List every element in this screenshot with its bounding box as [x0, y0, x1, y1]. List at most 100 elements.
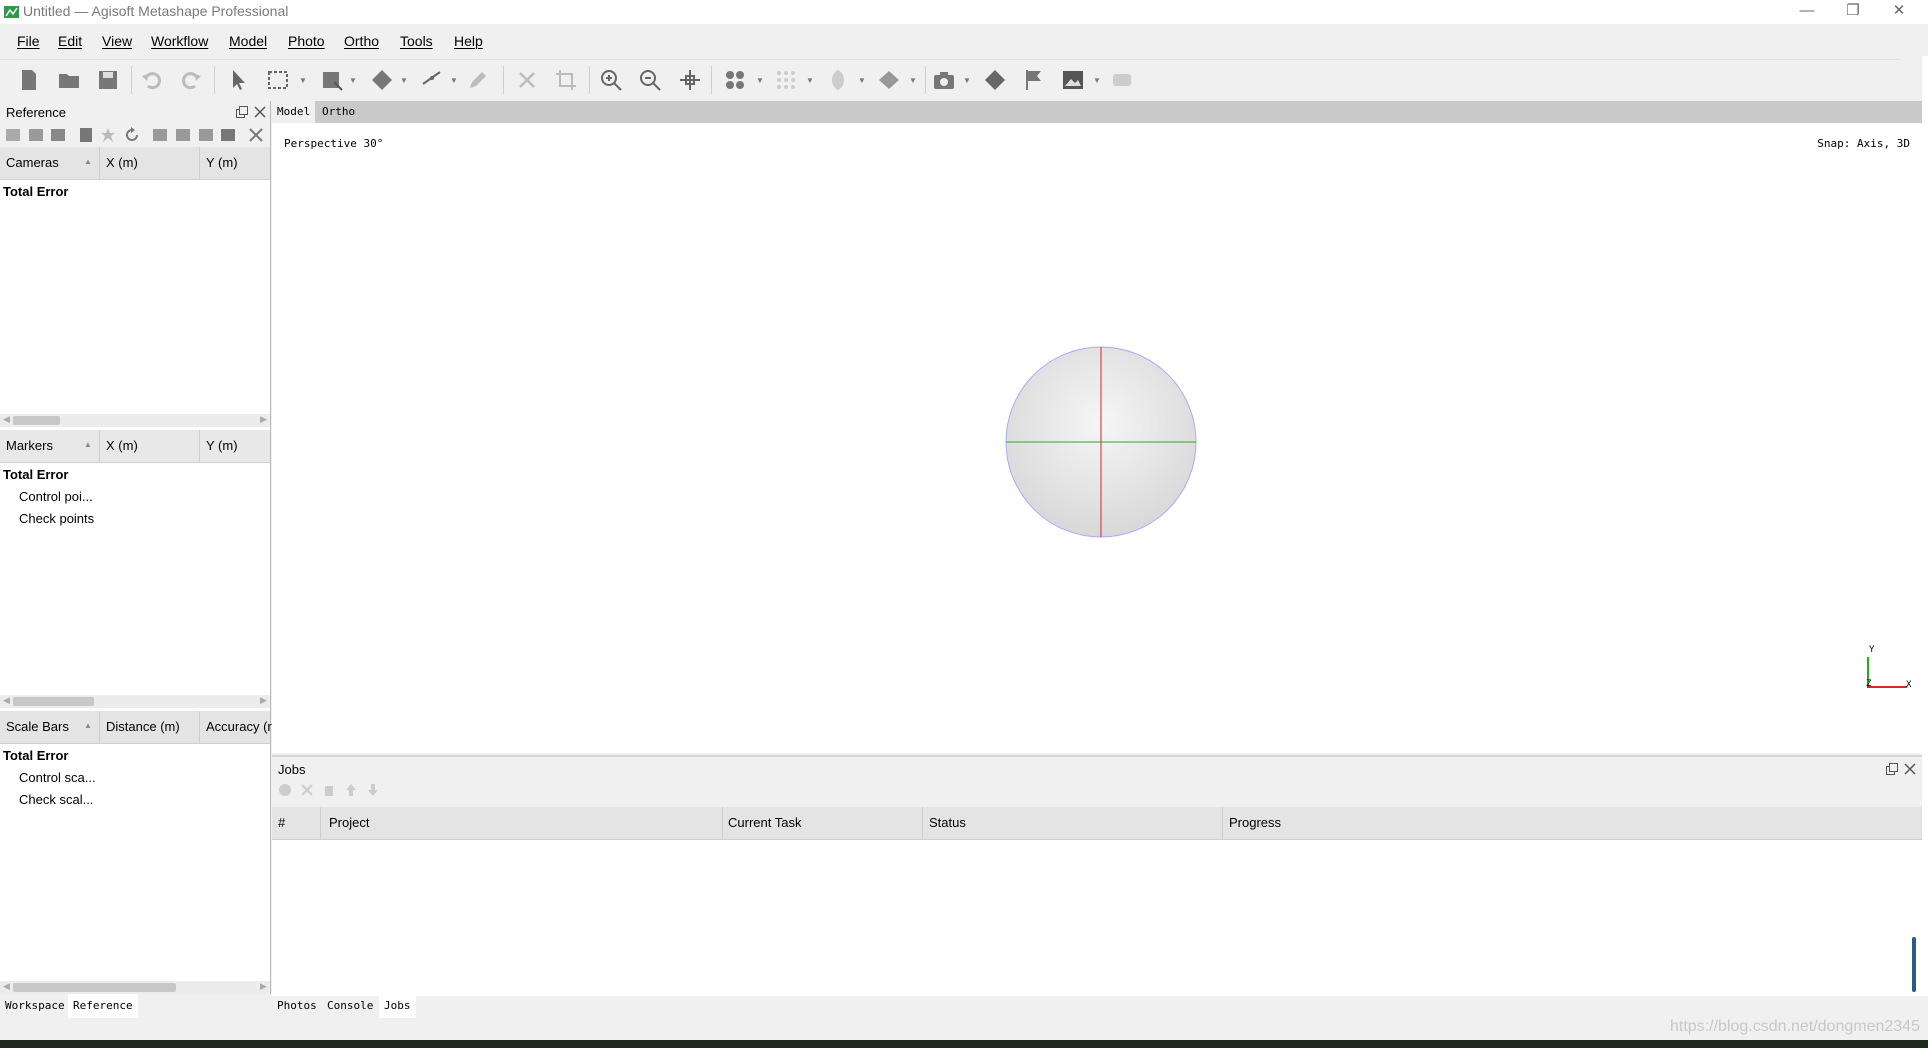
- tab-workspace[interactable]: Workspace: [0, 994, 70, 1018]
- column-header-markers[interactable]: Markers: [6, 438, 53, 453]
- column-header-number[interactable]: #: [278, 815, 285, 830]
- import-reference-icon[interactable]: [5, 127, 21, 143]
- menu-photo[interactable]: Photo: [288, 33, 325, 49]
- scroll-right-icon[interactable]: ▶: [260, 981, 267, 992]
- chevron-down-icon[interactable]: ▼: [299, 76, 307, 85]
- restore-button[interactable]: ❐: [1830, 0, 1876, 24]
- dense-cloud-button[interactable]: [771, 65, 801, 95]
- cameras-horizontal-scrollbar[interactable]: ◀ ▶: [0, 414, 270, 427]
- menu-help[interactable]: Help: [454, 33, 483, 49]
- menu-workflow[interactable]: Workflow: [151, 33, 208, 49]
- chevron-down-icon[interactable]: ▼: [400, 76, 408, 85]
- chevron-down-icon[interactable]: ▼: [909, 76, 917, 85]
- column-header-progress[interactable]: Progress: [1229, 815, 1281, 830]
- view-source-icon[interactable]: [152, 127, 168, 143]
- scalebars-total-error-row[interactable]: Total Error: [3, 748, 69, 763]
- delete-selection-button[interactable]: [512, 65, 542, 95]
- chevron-down-icon[interactable]: ▼: [1093, 76, 1101, 85]
- vertical-scroll-indicator[interactable]: [1912, 937, 1916, 992]
- optimize-cameras-icon[interactable]: [78, 127, 94, 143]
- markers-total-error-row[interactable]: Total Error: [3, 467, 69, 482]
- column-header-x[interactable]: X (m): [106, 438, 138, 453]
- trackball-sphere[interactable]: [1002, 343, 1200, 541]
- menu-ortho[interactable]: Ortho: [344, 33, 379, 49]
- scroll-left-icon[interactable]: ◀: [3, 695, 10, 706]
- trash-icon[interactable]: [322, 783, 336, 797]
- column-header-distance[interactable]: Distance (m): [106, 719, 180, 734]
- cameras-total-error-row[interactable]: Total Error: [3, 184, 69, 199]
- chevron-down-icon[interactable]: ▼: [450, 76, 458, 85]
- stereo-mode-button[interactable]: [1107, 65, 1137, 95]
- column-header-accuracy[interactable]: Accuracy (r: [206, 719, 272, 734]
- undock-icon[interactable]: [1886, 763, 1898, 775]
- resize-region-button[interactable]: [317, 65, 347, 95]
- show-cameras-button[interactable]: [929, 65, 959, 95]
- crop-selection-button[interactable]: [551, 65, 581, 95]
- column-header-y[interactable]: Y (m): [206, 438, 238, 453]
- tiled-model-button[interactable]: [874, 65, 904, 95]
- update-icon[interactable]: [124, 127, 140, 143]
- navigation-button[interactable]: [224, 65, 254, 95]
- reset-view-button[interactable]: [675, 65, 705, 95]
- view-errors-icon[interactable]: [198, 127, 214, 143]
- chevron-down-icon[interactable]: ▼: [806, 76, 814, 85]
- column-header-scale-bars[interactable]: Scale Bars: [6, 719, 69, 734]
- export-reference-icon[interactable]: [28, 127, 44, 143]
- chevron-down-icon[interactable]: ▼: [963, 76, 971, 85]
- open-button[interactable]: [54, 65, 84, 95]
- column-header-cameras[interactable]: Cameras: [6, 155, 59, 170]
- move-down-icon[interactable]: [366, 783, 380, 797]
- show-images-button[interactable]: [1058, 65, 1088, 95]
- tab-console[interactable]: Console: [322, 994, 378, 1018]
- redo-button[interactable]: [176, 65, 206, 95]
- menu-file[interactable]: File: [17, 33, 40, 49]
- scrollbar-thumb[interactable]: [13, 416, 60, 425]
- menu-model[interactable]: Model: [229, 33, 267, 49]
- rotate-object-button[interactable]: [367, 65, 397, 95]
- view-variance-icon[interactable]: [220, 127, 236, 143]
- scroll-left-icon[interactable]: ◀: [3, 414, 10, 425]
- move-up-icon[interactable]: [344, 783, 358, 797]
- markers-horizontal-scrollbar[interactable]: ◀ ▶: [0, 695, 270, 708]
- new-document-button[interactable]: [14, 65, 44, 95]
- scroll-left-icon[interactable]: ◀: [3, 981, 10, 992]
- menu-view[interactable]: View: [102, 33, 132, 49]
- minimize-button[interactable]: —: [1784, 0, 1830, 24]
- tab-ortho[interactable]: Ortho: [317, 101, 360, 123]
- scroll-right-icon[interactable]: ▶: [260, 695, 267, 706]
- star-icon[interactable]: [100, 127, 116, 143]
- scalebars-control-row[interactable]: Control sca...: [19, 770, 96, 785]
- show-markers-button[interactable]: [1019, 65, 1049, 95]
- scrollbar-thumb[interactable]: [13, 697, 94, 706]
- menu-tools[interactable]: Tools: [400, 33, 433, 49]
- column-header-y[interactable]: Y (m): [206, 155, 238, 170]
- tab-reference[interactable]: Reference: [68, 994, 138, 1018]
- model-shaded-button[interactable]: [823, 65, 853, 95]
- zoom-out-button[interactable]: [635, 65, 665, 95]
- model-viewport[interactable]: Perspective 30° Snap: Axis, 3D Y X Z: [272, 123, 1922, 753]
- cancel-job-icon[interactable]: [300, 783, 314, 797]
- settings-tools-icon[interactable]: [248, 127, 264, 143]
- view-estimated-icon[interactable]: [175, 127, 191, 143]
- tab-model[interactable]: Model: [272, 101, 316, 123]
- rectangle-selection-button[interactable]: [263, 65, 293, 95]
- zoom-in-button[interactable]: [596, 65, 626, 95]
- column-header-x[interactable]: X (m): [106, 155, 138, 170]
- scroll-right-icon[interactable]: ▶: [260, 414, 267, 425]
- column-header-project[interactable]: Project: [329, 815, 369, 830]
- column-header-current-task[interactable]: Current Task: [728, 815, 801, 830]
- chevron-down-icon[interactable]: ▼: [756, 76, 764, 85]
- point-cloud-button[interactable]: [720, 65, 750, 95]
- chevron-down-icon[interactable]: ▼: [858, 76, 866, 85]
- column-header-status[interactable]: Status: [929, 815, 966, 830]
- convert-reference-icon[interactable]: [50, 127, 66, 143]
- draw-button[interactable]: [463, 65, 493, 95]
- tab-jobs[interactable]: Jobs: [379, 994, 416, 1018]
- chevron-down-icon[interactable]: ▼: [349, 76, 357, 85]
- show-shapes-button[interactable]: [980, 65, 1010, 95]
- undock-icon[interactable]: [236, 106, 248, 118]
- close-icon[interactable]: [1904, 763, 1916, 775]
- scalebars-horizontal-scrollbar[interactable]: ◀ ▶: [0, 981, 270, 994]
- tab-photos[interactable]: Photos: [272, 994, 322, 1018]
- start-job-icon[interactable]: [278, 783, 292, 797]
